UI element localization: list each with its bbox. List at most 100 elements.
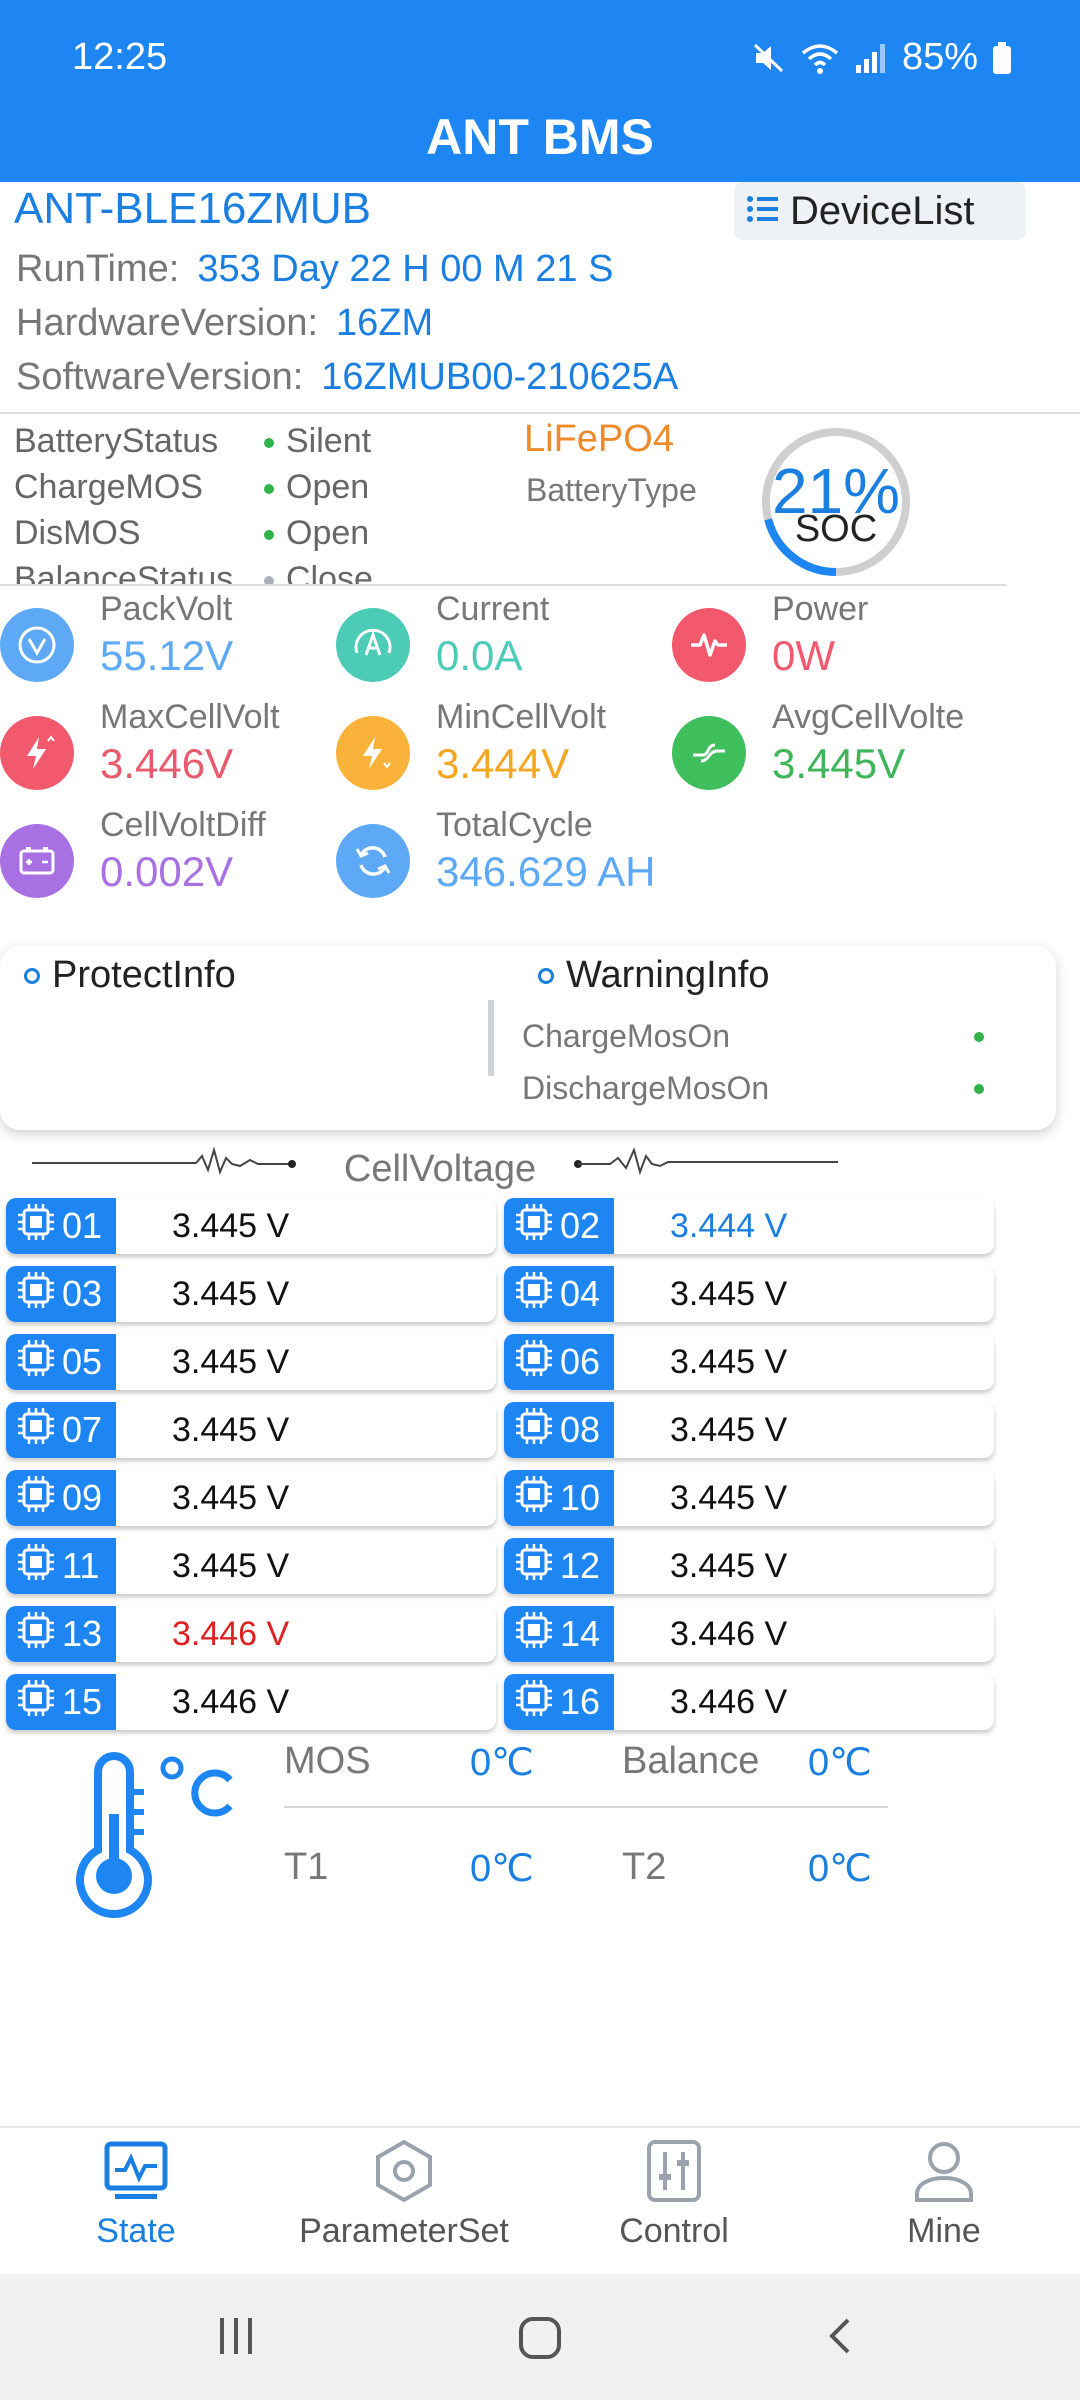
cell-item: 09 3.445 V [6, 1470, 496, 1526]
battery-type-label: BatteryType [526, 472, 697, 508]
cell-voltage-value: 3.445 V [670, 1479, 788, 1517]
status-dot [974, 1084, 984, 1094]
cell-item: 07 3.445 V [6, 1402, 496, 1458]
divider [0, 584, 1006, 586]
chip-icon [512, 1540, 556, 1593]
power-label: Power [772, 590, 869, 628]
cell-voltage-value: 3.445 V [172, 1547, 290, 1585]
cell-badge: 09 [6, 1470, 116, 1526]
cell-number: 16 [560, 1681, 601, 1722]
chip-icon [14, 1336, 58, 1389]
cell-number: 04 [560, 1273, 601, 1314]
power-metric: Power 0W [672, 590, 1002, 690]
home-icon[interactable] [516, 2314, 564, 2367]
cell-item: 08 3.445 V [504, 1402, 994, 1458]
status-dot [974, 1032, 984, 1042]
tab-control-label: Control [619, 2212, 729, 2250]
cell-voltage-value: 3.446 V [670, 1615, 788, 1653]
cell-badge: 15 [6, 1674, 116, 1730]
cell-badge: 10 [504, 1470, 614, 1526]
dis-mos-value: Open [264, 514, 369, 553]
cell-item: 06 3.445 V [504, 1334, 994, 1390]
cell-item: 15 3.446 V [6, 1674, 496, 1730]
status-time: 12:25 [72, 36, 168, 78]
tab-mine[interactable]: Mine [814, 2138, 1074, 2268]
back-icon[interactable] [820, 2314, 864, 2363]
cell-voltage-title: CellVoltage [343, 1148, 537, 1190]
chip-icon [14, 1404, 58, 1457]
tab-parameter-set-label: ParameterSet [299, 2212, 509, 2250]
avg-cell-label: AvgCellVolte [772, 698, 965, 736]
tab-parameter-set[interactable]: ParameterSet [274, 2138, 534, 2268]
cell-number: 11 [62, 1545, 100, 1586]
device-list-button[interactable]: DeviceList [734, 182, 1026, 240]
avg-cell-icon [672, 716, 746, 790]
cell-diff-label: CellVoltDiff [100, 806, 266, 844]
t1-temp-label: T1 [284, 1846, 329, 1888]
system-nav-bar [0, 2274, 1080, 2400]
cell-item: 10 3.445 V [504, 1470, 994, 1526]
min-cell-icon [336, 716, 410, 790]
battery-type-value: LiFePO4 [524, 418, 674, 460]
hardware-row: HardwareVersion: 16ZM [16, 302, 433, 345]
list-icon [746, 189, 780, 234]
cell-voltage-value: 3.445 V [670, 1411, 788, 1449]
chip-icon [14, 1540, 58, 1593]
app-bar: ANT BMS [0, 88, 1080, 182]
chip-icon [14, 1676, 58, 1729]
tab-state[interactable]: State [6, 2138, 266, 2268]
avg-cell-value: 3.445V [772, 740, 906, 787]
cell-voltage-value: 3.445 V [670, 1547, 788, 1585]
t2-temp-label: T2 [622, 1846, 667, 1888]
cell-badge: 12 [504, 1538, 614, 1594]
cell-item: 16 3.446 V [504, 1674, 994, 1730]
chip-icon [512, 1608, 556, 1661]
chip-icon [512, 1472, 556, 1525]
chip-icon [512, 1268, 556, 1321]
min-cell-metric: MinCellVolt 3.444V [336, 698, 666, 798]
balance-temp-value: 0℃ [808, 1742, 872, 1784]
cell-number: 10 [560, 1477, 601, 1518]
cell-number: 05 [62, 1341, 103, 1382]
sliders-icon [544, 2138, 804, 2204]
cell-item: 11 3.445 V [6, 1538, 496, 1594]
cell-voltage-value: 3.446 V [172, 1615, 290, 1653]
chip-icon [14, 1608, 58, 1661]
software-row: SoftwareVersion: 16ZMUB00-210625A [16, 356, 678, 399]
pack-volt-metric: PackVolt 55.12V [0, 590, 330, 690]
refresh-icon [336, 824, 410, 898]
ring-icon [538, 967, 554, 984]
total-cycle-label: TotalCycle [436, 806, 593, 844]
current-value: 0.0A [436, 632, 523, 679]
pack-volt-value: 55.12V [100, 632, 234, 679]
soc-gauge: 21% SOC [756, 422, 916, 582]
status-icons: 85% [752, 36, 1012, 79]
monitor-icon [6, 2138, 266, 2204]
cell-badge: 16 [504, 1674, 614, 1730]
battery-percent: 85% [901, 36, 978, 78]
tab-control[interactable]: Control [544, 2138, 804, 2268]
chip-icon [14, 1200, 58, 1253]
recent-apps-icon[interactable] [214, 2314, 258, 2363]
cell-voltage-value: 3.445 V [172, 1207, 290, 1245]
cell-number: 07 [62, 1409, 103, 1450]
chip-icon [512, 1336, 556, 1389]
chip-icon [512, 1200, 556, 1253]
cell-number: 08 [560, 1409, 601, 1450]
software-label: SoftwareVersion: [16, 356, 304, 398]
cell-item: 01 3.445 V [6, 1198, 496, 1254]
runtime-label: RunTime: [16, 248, 180, 290]
status-bar: 12:25 85% [0, 0, 1080, 88]
cell-voltage-value: 3.446 V [172, 1683, 290, 1721]
device-list-label: DeviceList [790, 188, 975, 233]
cell-voltage-value: 3.445 V [670, 1343, 788, 1381]
cell-voltage-value: 3.446 V [670, 1683, 788, 1721]
cell-item: 02 3.444 V [504, 1198, 994, 1254]
temperature-panel [0, 1736, 1080, 1926]
max-cell-label: MaxCellVolt [100, 698, 280, 736]
cell-voltage-header: CellVoltage [0, 1138, 1080, 1198]
protect-info-title: ProtectInfo [24, 954, 236, 997]
mute-icon [752, 41, 786, 75]
avg-cell-metric: AvgCellVolte 3.445V [672, 698, 1002, 798]
protect-warning-card: ProtectInfo WarningInfo ChargeMosOn Disc… [0, 946, 1056, 1130]
